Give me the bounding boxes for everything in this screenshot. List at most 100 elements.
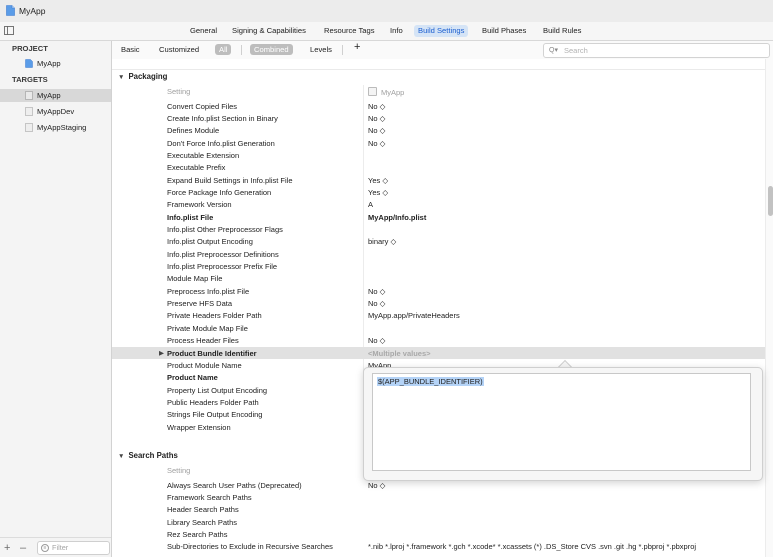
xcode-project-icon xyxy=(25,59,33,68)
add-target-button[interactable]: + xyxy=(4,542,10,554)
sidebar-item-label: MyApp xyxy=(37,91,61,100)
setting-row[interactable]: Private Module Map File xyxy=(112,322,765,334)
setting-value[interactable]: Yes ◇ xyxy=(368,176,388,185)
target-icon xyxy=(368,87,377,96)
setting-row[interactable]: Info.plist File MyApp/Info.plist xyxy=(112,211,765,223)
tab-info[interactable]: Info xyxy=(386,25,407,37)
setting-row[interactable]: Convert Copied Files No ◇ xyxy=(112,100,765,112)
setting-name: Create Info.plist Section in Binary xyxy=(167,113,278,123)
setting-row[interactable]: Preserve HFS Data No ◇ xyxy=(112,297,765,309)
tab-general[interactable]: General xyxy=(186,25,221,37)
setting-row[interactable]: Info.plist Preprocessor Prefix File xyxy=(112,260,765,272)
section-header-packaging[interactable]: ▼ Packaging xyxy=(118,72,167,81)
sidebar-item-project[interactable]: MyApp xyxy=(0,57,111,70)
sidebar-toggle-icon[interactable] xyxy=(4,26,14,35)
setting-value[interactable]: No ◇ xyxy=(368,287,385,296)
setting-name: Defines Module xyxy=(167,126,220,136)
setting-name: Product Bundle Identifier xyxy=(167,348,257,358)
setting-name: Executable Extension xyxy=(167,150,240,160)
settings-search-field[interactable]: Q▾ Search xyxy=(543,43,770,58)
levels-view-button[interactable]: Levels xyxy=(310,44,332,55)
setting-value[interactable]: No ◇ xyxy=(368,126,385,135)
sidebar-item-target[interactable]: MyApp xyxy=(0,89,111,102)
setting-row[interactable]: Process Header Files No ◇ xyxy=(112,334,765,346)
setting-row[interactable]: Private Headers Folder Path MyApp.app/Pri… xyxy=(112,309,765,321)
target-icon xyxy=(25,123,33,132)
setting-value[interactable]: No ◇ xyxy=(368,481,385,490)
setting-row[interactable]: Preprocess Info.plist File No ◇ xyxy=(112,285,765,297)
setting-row[interactable]: Force Package Info Generation Yes ◇ xyxy=(112,186,765,198)
setting-row[interactable]: Info.plist Preprocessor Definitions xyxy=(112,248,765,260)
setting-row[interactable]: Expand Build Settings in Info.plist File… xyxy=(112,174,765,186)
build-settings-filter-bar: Basic Customized All Combined Levels + Q… xyxy=(112,41,773,60)
tab-build-phases[interactable]: Build Phases xyxy=(478,25,530,37)
setting-value[interactable]: *.nib *.lproj *.framework *.gch *.xcode*… xyxy=(368,542,696,551)
tab-signing-capabilities[interactable]: Signing & Capabilities xyxy=(228,25,310,37)
selected-value-text[interactable]: $(APP_BUNDLE_IDENTIFIER) xyxy=(377,377,484,386)
setting-name: Public Headers Folder Path xyxy=(167,397,259,407)
setting-name: Library Search Paths xyxy=(167,517,238,527)
setting-row[interactable]: Framework Search Paths xyxy=(112,491,765,503)
target-column-header: MyApp xyxy=(368,87,404,97)
setting-row[interactable]: Executable Prefix xyxy=(112,161,765,173)
setting-row[interactable]: ▶ Product Bundle Identifier <Multiple valu… xyxy=(112,346,765,359)
setting-name: Info.plist Other Preprocessor Flags xyxy=(167,225,283,234)
setting-value[interactable]: MyApp.app/PrivateHeaders xyxy=(368,311,460,320)
window-title: MyApp xyxy=(19,6,46,16)
setting-row[interactable]: Rez Search Paths xyxy=(112,528,765,540)
divider xyxy=(112,69,765,70)
setting-row[interactable]: Module Map File xyxy=(112,272,765,284)
setting-row[interactable]: Sub-Directories to Exclude in Recursive … xyxy=(112,540,765,552)
basic-filter-button[interactable]: Basic xyxy=(121,44,140,55)
customized-filter-button[interactable]: Customized xyxy=(159,44,199,55)
setting-value[interactable]: No ◇ xyxy=(368,299,385,308)
setting-value[interactable]: <Multiple values> xyxy=(368,349,431,358)
sidebar-item-target[interactable]: MyAppStaging xyxy=(0,121,111,134)
scrollbar-thumb[interactable] xyxy=(768,186,773,216)
setting-value[interactable]: No ◇ xyxy=(368,102,385,111)
setting-row[interactable]: Library Search Paths xyxy=(112,516,765,528)
add-setting-button[interactable]: + xyxy=(354,42,360,53)
setting-name: Product Module Name xyxy=(167,360,242,370)
project-heading: PROJECT xyxy=(12,44,48,53)
tab-resource-tags[interactable]: Resource Tags xyxy=(320,25,379,37)
setting-name: Expand Build Settings in Info.plist File xyxy=(167,175,293,185)
target-icon xyxy=(25,107,33,116)
vertical-scrollbar[interactable] xyxy=(765,59,773,557)
setting-name: Private Module Map File xyxy=(167,323,248,333)
setting-value[interactable]: Yes ◇ xyxy=(368,188,388,197)
setting-value[interactable]: No ◇ xyxy=(368,139,385,148)
value-text-editor[interactable]: $(APP_BUNDLE_IDENTIFIER) xyxy=(372,373,751,471)
setting-column-header: Setting xyxy=(167,87,191,96)
setting-value[interactable]: MyApp/Info.plist xyxy=(368,213,426,222)
setting-value[interactable]: No ◇ xyxy=(368,336,385,345)
setting-name: Product Name xyxy=(167,373,218,383)
setting-row[interactable]: Executable Extension xyxy=(112,149,765,161)
column-header-row: Setting MyApp xyxy=(112,85,765,97)
setting-row[interactable]: Create Info.plist Section in Binary No ◇ xyxy=(112,112,765,124)
setting-row[interactable]: Info.plist Output Encoding binary ◇ xyxy=(112,235,765,247)
sidebar-filter-field[interactable]: ≡ Filter xyxy=(37,541,110,555)
setting-name: Wrapper Extension xyxy=(167,422,231,432)
sidebar-item-label: MyAppDev xyxy=(37,107,75,116)
target-icon xyxy=(25,91,33,100)
setting-value[interactable]: No ◇ xyxy=(368,114,385,123)
section-header-search-paths[interactable]: ▼ Search Paths xyxy=(118,451,178,460)
all-filter-button[interactable]: All xyxy=(215,44,232,55)
combined-view-button[interactable]: Combined xyxy=(250,44,293,55)
disclosure-triangle-icon[interactable]: ▶ xyxy=(159,349,164,357)
setting-value[interactable]: A xyxy=(368,200,373,209)
setting-value[interactable]: binary ◇ xyxy=(368,237,396,246)
tab-build-rules[interactable]: Build Rules xyxy=(539,25,585,37)
setting-row[interactable]: Don't Force Info.plist Generation No ◇ xyxy=(112,137,765,149)
setting-row[interactable]: Defines Module No ◇ xyxy=(112,124,765,136)
setting-row[interactable]: Framework Version A xyxy=(112,198,765,210)
tab-build-settings[interactable]: Build Settings xyxy=(414,25,469,37)
remove-target-button[interactable]: – xyxy=(20,542,26,554)
setting-row[interactable]: Header Search Paths xyxy=(112,503,765,515)
sidebar-item-target[interactable]: MyAppDev xyxy=(0,105,111,118)
setting-name: Private Headers Folder Path xyxy=(167,311,262,321)
setting-row[interactable]: Info.plist Other Preprocessor Flags xyxy=(112,223,765,235)
xcode-project-icon xyxy=(6,5,15,16)
setting-name: Info.plist Preprocessor Prefix File xyxy=(167,262,278,272)
